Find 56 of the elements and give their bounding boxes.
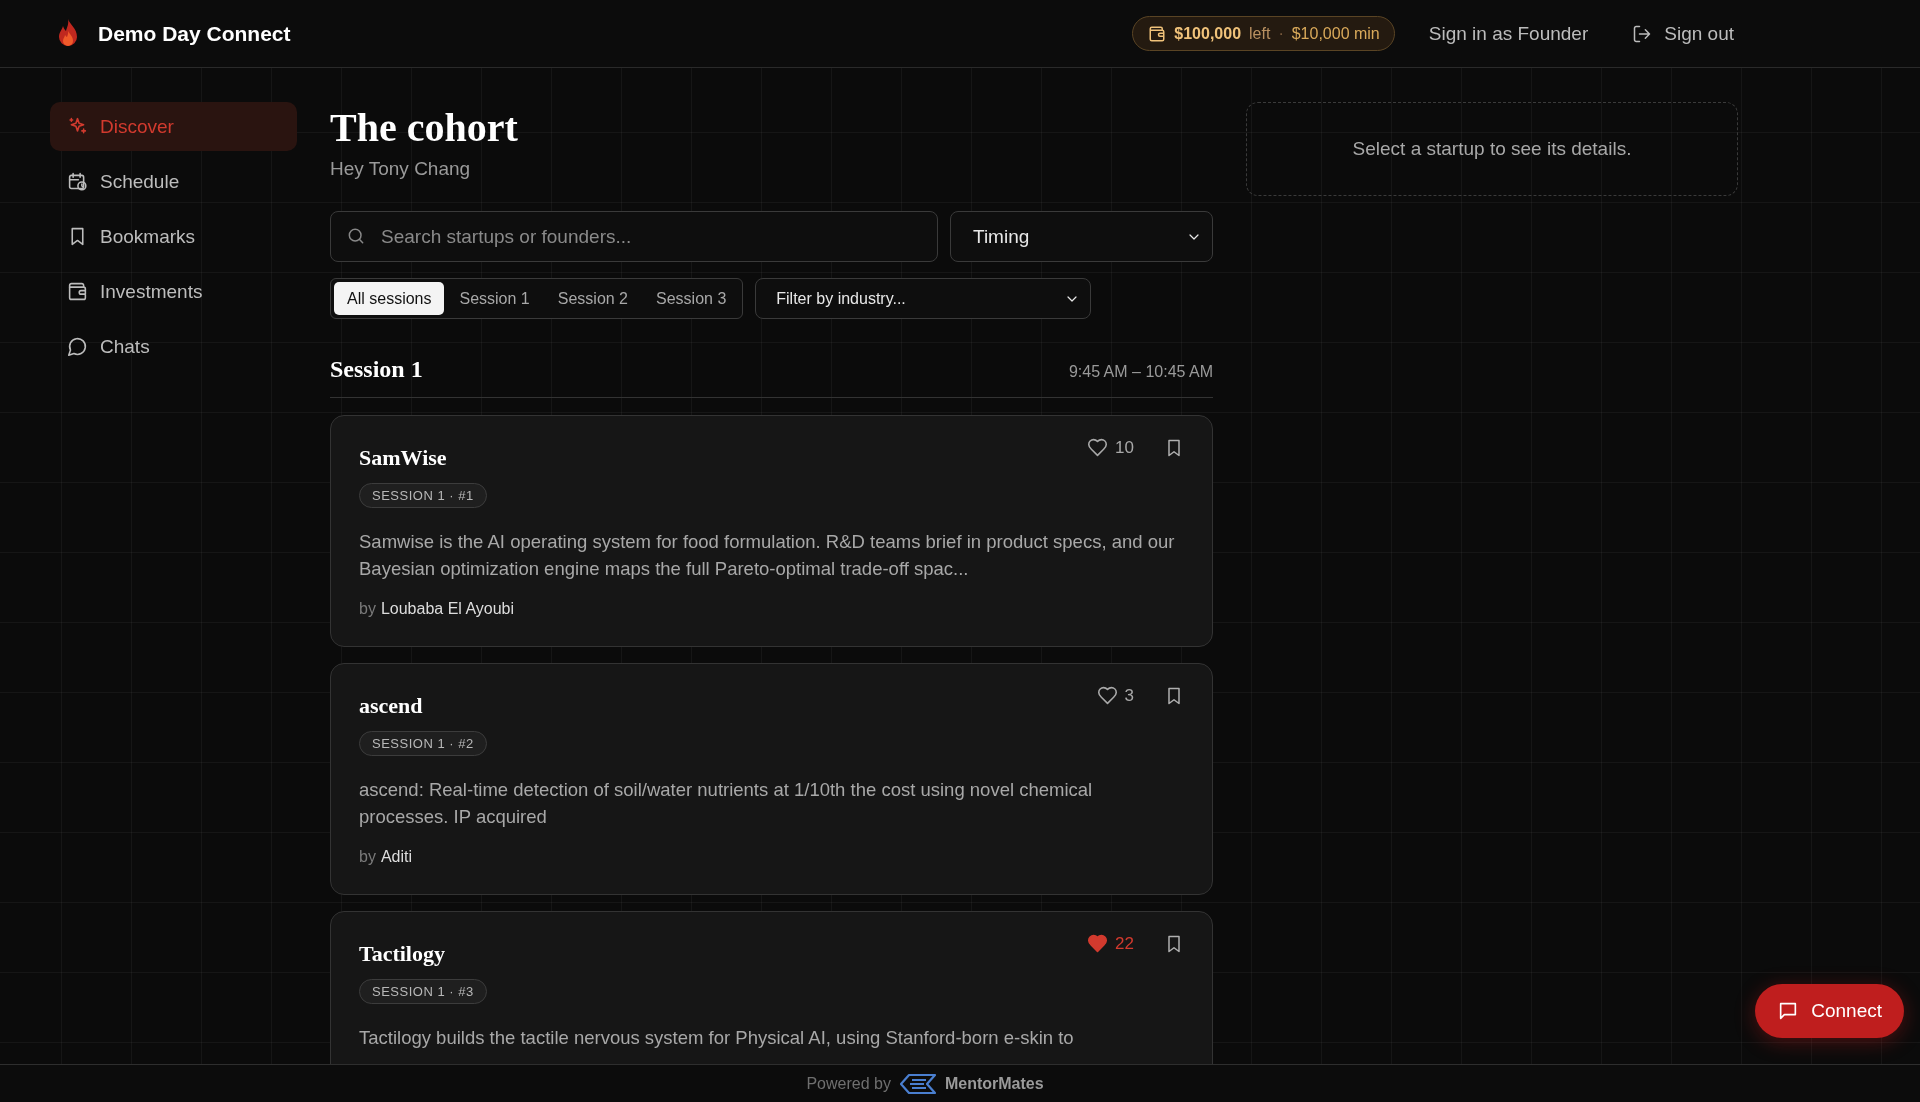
minimum-amount: $10,000 min <box>1291 24 1380 43</box>
search-icon <box>346 226 366 246</box>
sidebar-item[interactable]: Chats <box>50 322 297 371</box>
founder-name: Aditi <box>380 848 413 866</box>
industry-filter-dropdown[interactable]: Filter by industry... <box>755 278 1092 319</box>
session-tag: SESSION 1 · #2 <box>359 731 487 756</box>
app-title: Demo Day Connect <box>98 21 291 46</box>
by-label: by <box>359 600 376 618</box>
calendar-icon <box>67 171 88 192</box>
brand-name: MentorMates <box>944 1074 1044 1093</box>
sign-in-as-founder-link[interactable]: Sign in as Founder <box>1428 22 1589 45</box>
like-button[interactable]: 10 <box>1087 437 1134 458</box>
heart-icon <box>1087 933 1109 954</box>
startup-card[interactable]: ascend 3 SESSION 1 · #2 ascend: Real-time detection of soil/water nutrients at 1/10th the cost using novel chemical processes. IP acquired by Aditi <box>330 663 1213 895</box>
startup-card[interactable] <box>330 415 1213 647</box>
startup-name: SamWise <box>359 445 447 471</box>
like-button[interactable]: 3 <box>1096 685 1134 706</box>
chat-icon <box>67 336 88 357</box>
session-tab[interactable]: All sessions <box>334 282 445 315</box>
sidebar-item[interactable]: Investments <box>50 267 297 316</box>
session-tab[interactable]: Session 2 <box>544 282 641 315</box>
sidebar-item[interactable]: Discover <box>50 102 297 151</box>
search-field[interactable]: Search startups or founders... <box>330 211 938 262</box>
startup-name: Tactilogy <box>359 941 445 967</box>
session-tag: SESSION 1 · #1 <box>359 483 487 508</box>
separator-dot: · <box>1278 24 1284 43</box>
page-title: The cohort <box>330 104 519 152</box>
budget-left-label: left <box>1249 24 1271 43</box>
startup-card[interactable]: Tactilogy 22 SESSION 1 · #3 Tactilogy builds the tactile nervous system for Physical AI, using Stanford-born e-skin to <box>330 911 1213 1064</box>
startup-description: Samwise is the AI operating system for food formulation. R&D teams brief in product specs, and our Bayesian optimization engine maps the full Pareto-optimal trade-off spac... <box>359 530 1176 581</box>
startup-description: ascend: Real-time detection of soil/water nutrients at 1/10th the cost using novel chemical processes. IP acquired <box>359 778 1094 829</box>
startup-description: Tactilogy builds the tactile nervous system for Physical AI, using Stanford-born e-skin to <box>359 1026 1075 1050</box>
founder-name: Loubaba El Ayoubi <box>380 600 515 618</box>
empty-state-text: Select a startup to see its details. <box>1352 138 1632 160</box>
wallet-icon <box>1148 24 1167 43</box>
sign-out-button[interactable]: Sign out <box>1632 22 1734 45</box>
like-button[interactable]: 22 <box>1087 933 1134 954</box>
sidebar-item[interactable]: Bookmarks <box>50 212 297 261</box>
connect-button[interactable]: Connect <box>1755 984 1904 1038</box>
session-tab[interactable]: Session 1 <box>446 282 543 315</box>
heart-icon <box>1096 685 1118 706</box>
sign-out-icon <box>1632 23 1653 44</box>
startup-name: ascend <box>359 693 423 719</box>
sort-dropdown[interactable]: Timing <box>950 211 1213 262</box>
session-time: 9:45 AM – 10:45 AM <box>1068 363 1213 381</box>
session-tag: SESSION 1 · #3 <box>359 979 487 1004</box>
sidebar-item[interactable]: Schedule <box>50 157 297 206</box>
wallet-icon <box>67 281 88 302</box>
by-label: by <box>359 848 376 866</box>
budget-amount: $100,000 <box>1174 24 1242 43</box>
mentormates-logo-icon <box>898 1072 937 1095</box>
section-title: Session 1 <box>330 356 423 383</box>
greeting: Hey Tony Chang <box>330 158 472 180</box>
powered-by-label: Powered by <box>806 1074 891 1093</box>
session-tab[interactable]: Session 3 <box>643 282 740 315</box>
heart-icon <box>1087 437 1109 458</box>
